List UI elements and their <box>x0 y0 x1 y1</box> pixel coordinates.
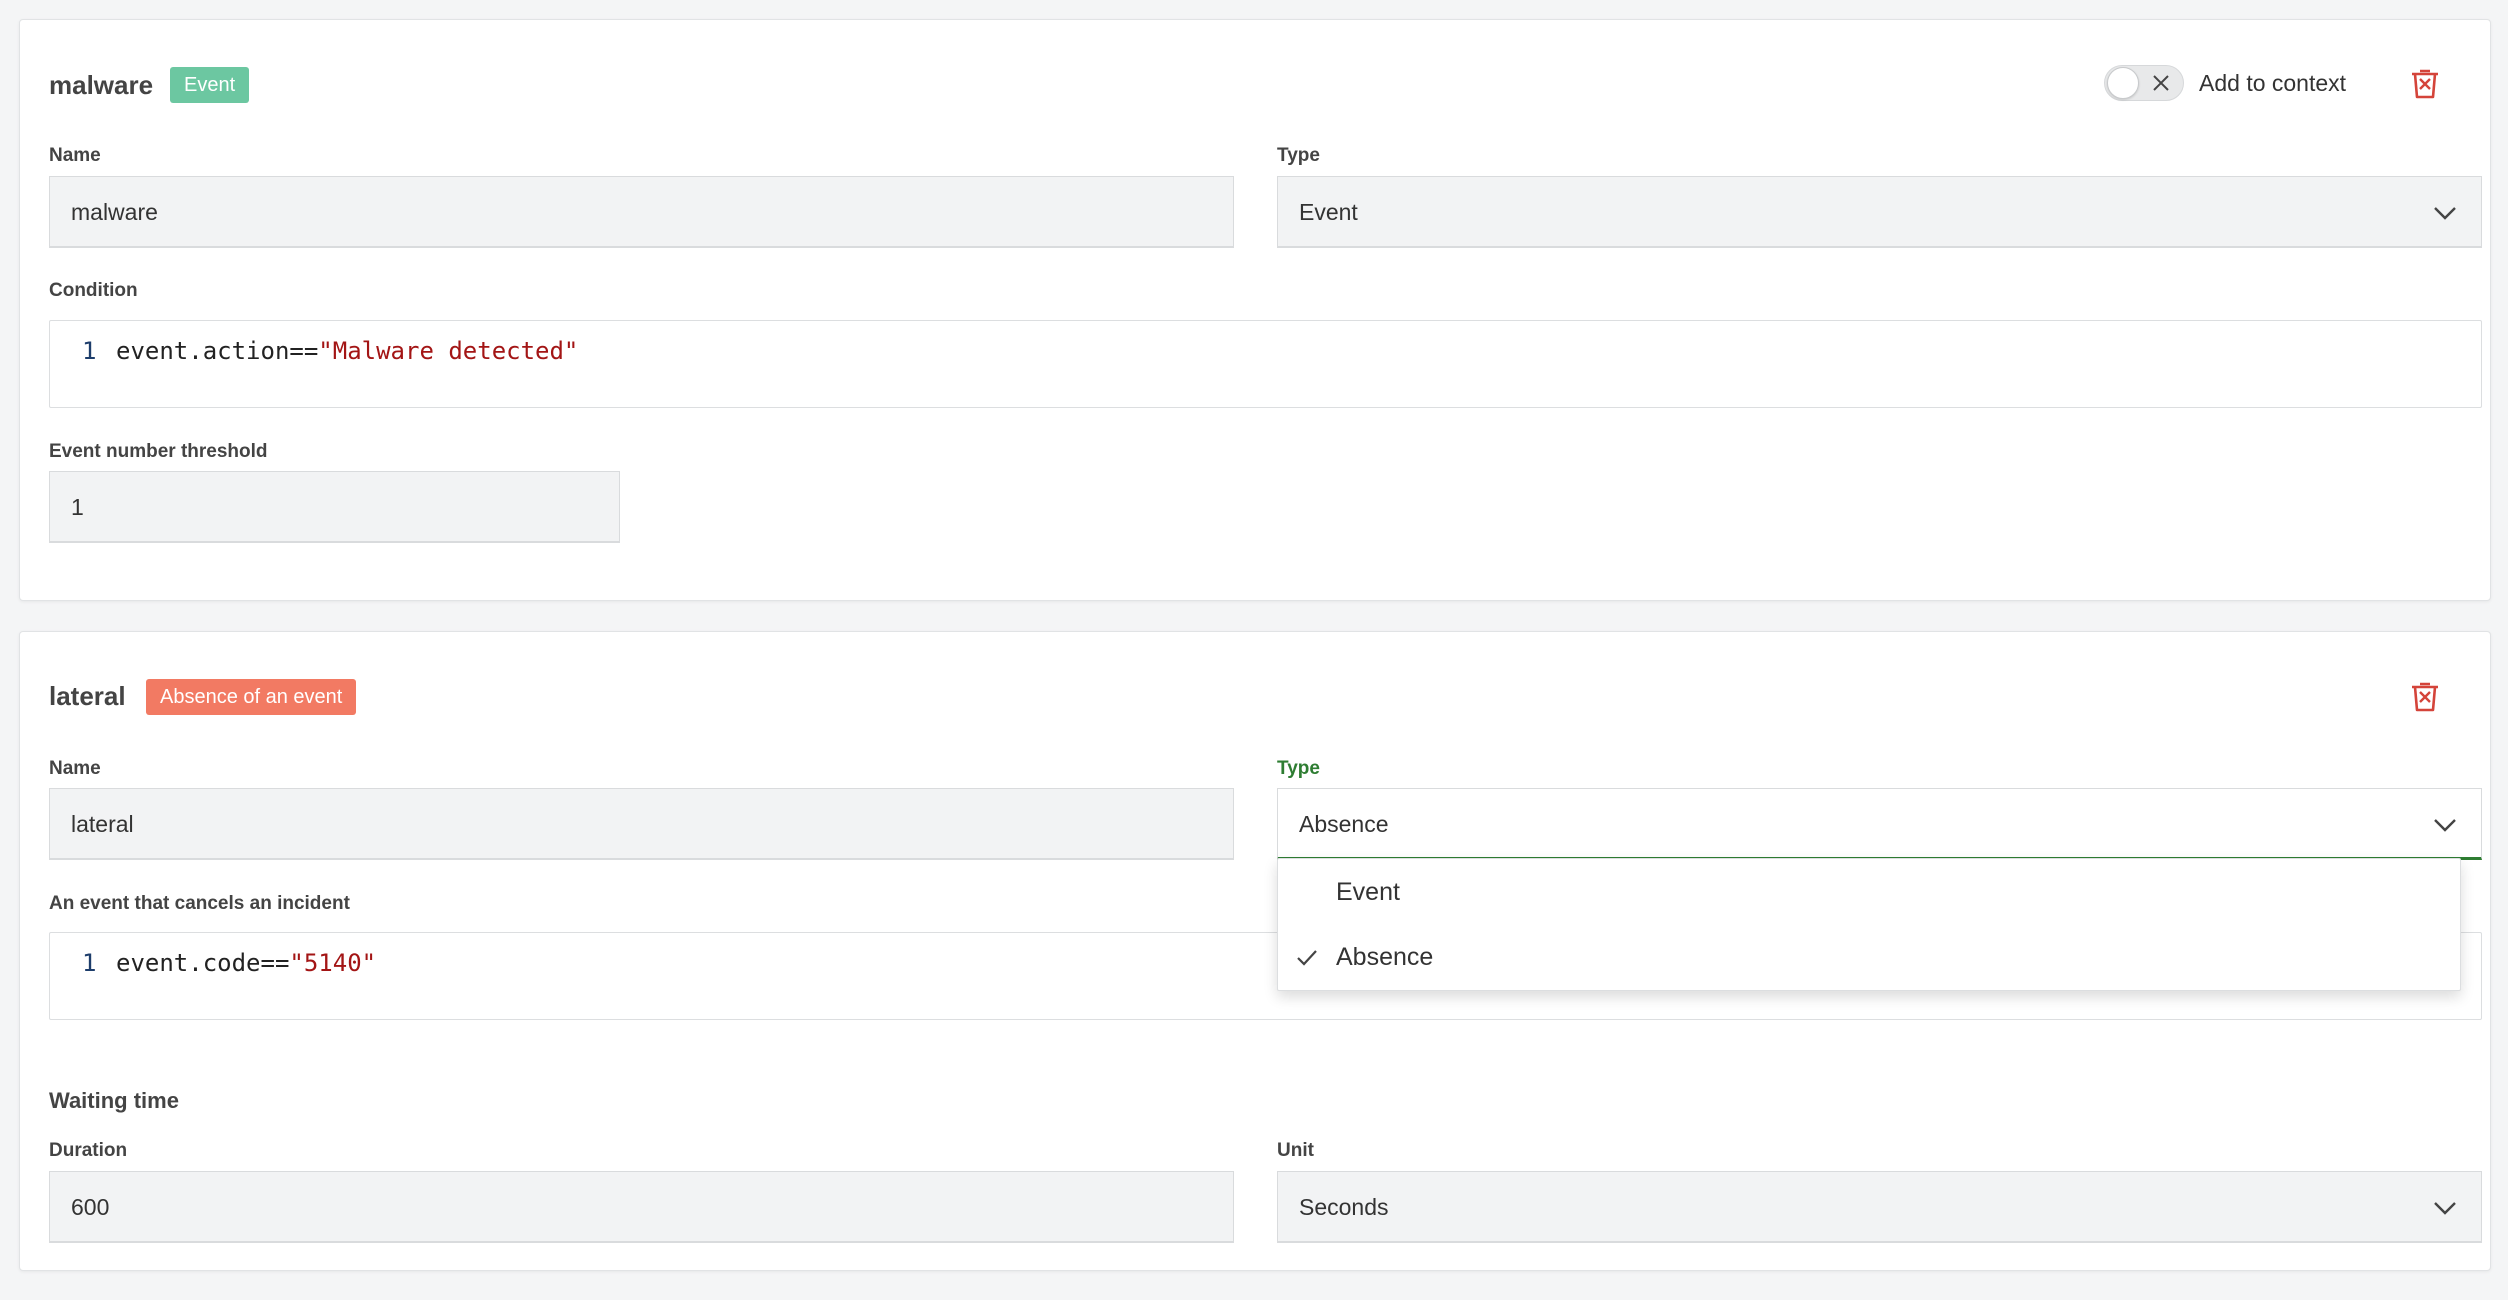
type-select-value: Absence <box>1299 811 1389 837</box>
chevron-down-icon <box>2434 1202 2456 1215</box>
name-input[interactable]: malware <box>49 176 1234 248</box>
condition-editor[interactable]: 1 event.action=="Malware detected" <box>49 320 2482 408</box>
name-label: Name <box>49 758 101 779</box>
option-label: Event <box>1336 878 1400 906</box>
add-to-context-label: Add to context <box>2199 70 2347 96</box>
threshold-label: Event number threshold <box>49 441 268 462</box>
type-select[interactable]: Absence <box>1277 788 2482 860</box>
unit-label: Unit <box>1277 1140 1314 1161</box>
checkmark-icon <box>1297 950 1317 966</box>
line-number: 1 <box>82 337 97 365</box>
name-label: Name <box>49 145 101 166</box>
name-input[interactable]: lateral <box>49 788 1234 860</box>
duration-label: Duration <box>49 1140 128 1161</box>
threshold-input[interactable]: 1 <box>49 471 620 543</box>
code-string: "5140" <box>289 949 377 977</box>
chevron-down-icon <box>2434 207 2456 220</box>
line-number: 1 <box>82 949 97 977</box>
condition-label: Condition <box>49 280 138 301</box>
chevron-down-icon <box>2434 819 2456 832</box>
close-icon <box>2153 75 2169 91</box>
card-title: lateral <box>49 681 126 711</box>
type-label: Type <box>1277 145 1320 166</box>
type-badge: Absence of an event <box>146 679 357 715</box>
type-badge: Event <box>170 67 250 103</box>
duration-input[interactable]: 600 <box>49 1171 1234 1243</box>
waiting-time-heading: Waiting time <box>49 1088 179 1113</box>
trash-icon[interactable] <box>2407 65 2443 101</box>
code-string: "Malware detected" <box>318 337 579 365</box>
code-line: event.action=="Malware detected" <box>116 333 578 369</box>
dropdown-option-absence[interactable]: Absence <box>1278 925 2460 989</box>
code-text: event.code== <box>116 949 290 977</box>
card-title: malware <box>49 70 154 100</box>
condition-card-malware: malware Event Add to context Name malwar… <box>19 19 2491 601</box>
type-dropdown-menu: Event Absence <box>1277 858 2461 991</box>
unit-select[interactable]: Seconds <box>1277 1171 2482 1243</box>
cancel-event-label: An event that cancels an incident <box>49 893 350 914</box>
type-select-value: Event <box>1299 199 1358 225</box>
code-text: event.action== <box>116 337 319 365</box>
add-to-context-toggle[interactable] <box>2104 65 2184 101</box>
unit-select-value: Seconds <box>1299 1194 1389 1220</box>
option-label: Absence <box>1336 943 1434 971</box>
code-line: event.code=="5140" <box>116 945 376 981</box>
type-label: Type <box>1277 758 1320 779</box>
dropdown-option-event[interactable]: Event <box>1278 860 2460 924</box>
type-select[interactable]: Event <box>1277 176 2482 248</box>
toggle-knob <box>2107 67 2139 99</box>
trash-icon[interactable] <box>2407 678 2443 714</box>
